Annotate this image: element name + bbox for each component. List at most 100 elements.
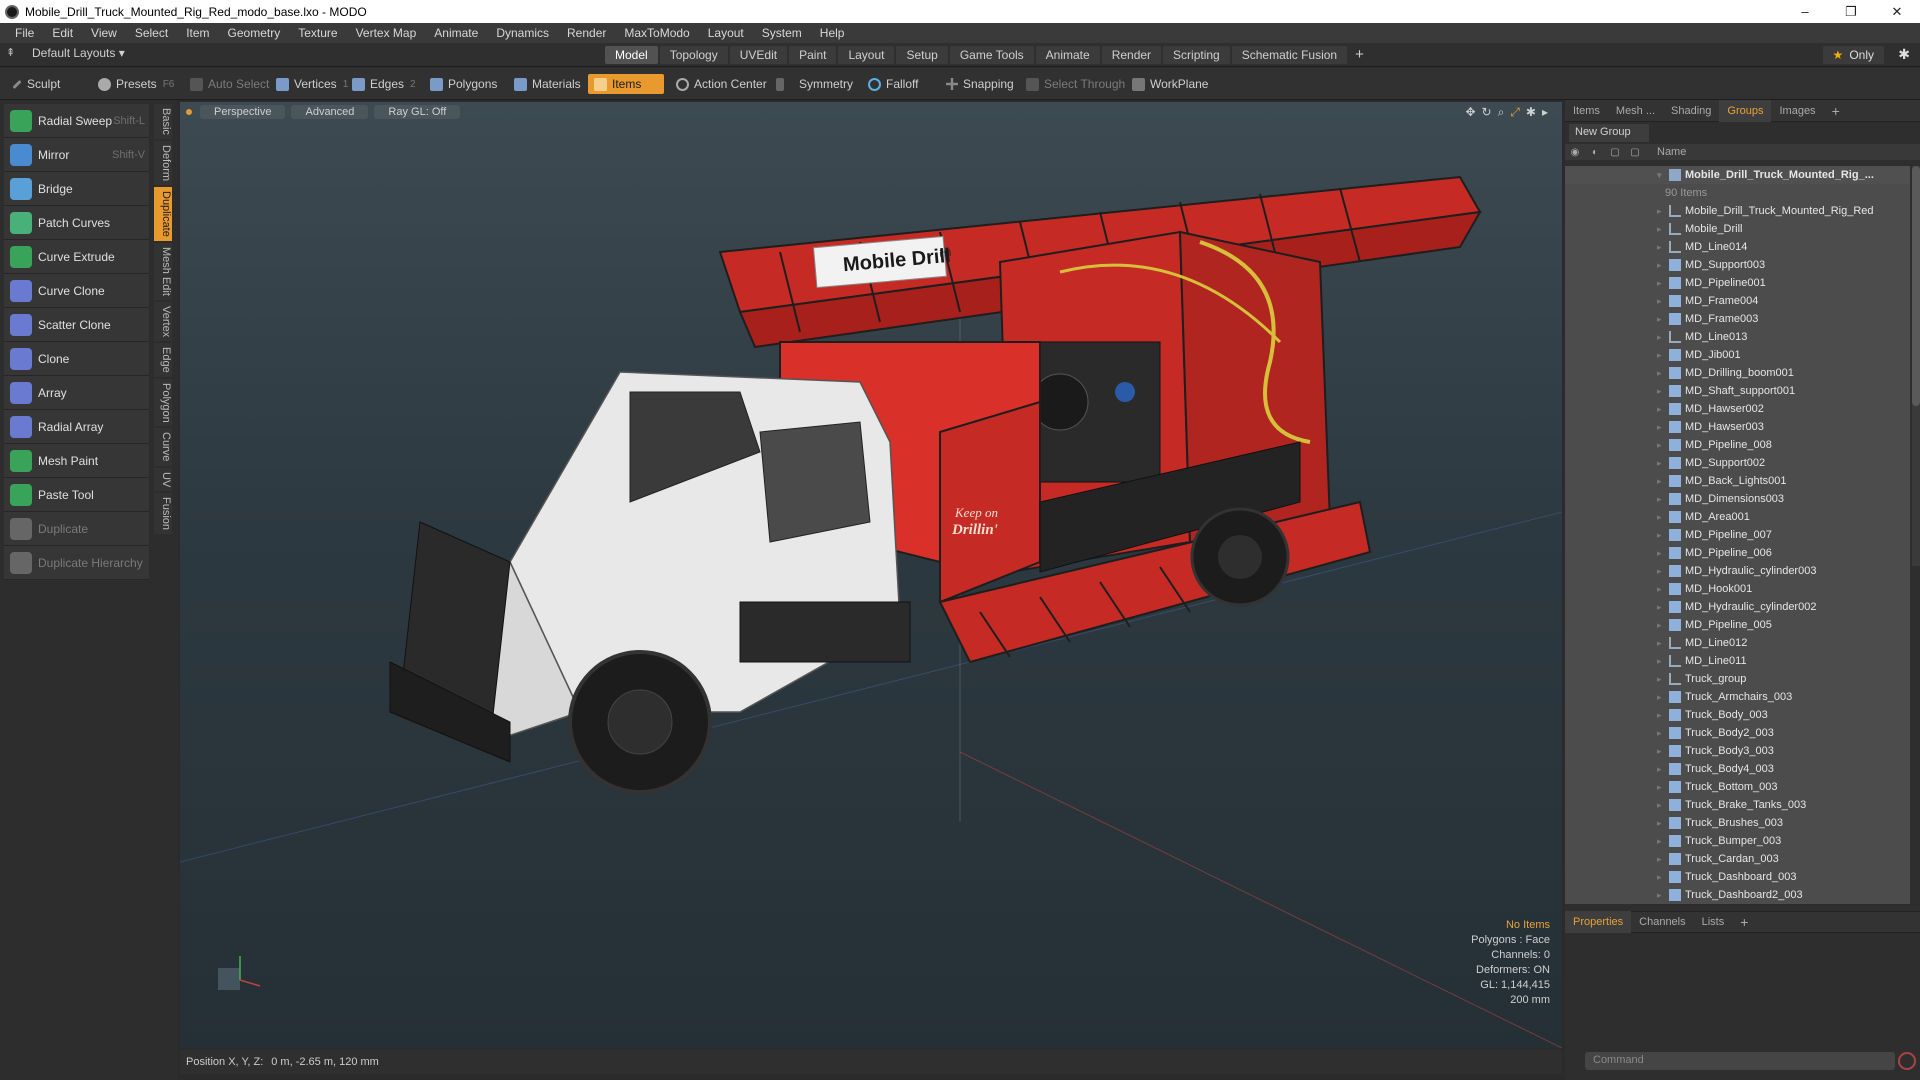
expand-icon[interactable]: ▸ bbox=[1657, 386, 1669, 397]
menu-view[interactable]: View bbox=[82, 26, 126, 40]
expand-icon[interactable]: ▸ bbox=[1657, 602, 1669, 613]
viewport-menu-dot[interactable] bbox=[186, 109, 192, 115]
bottom-tab-properties[interactable]: Properties bbox=[1565, 911, 1632, 933]
tree-item[interactable]: ▸ Truck_Body_003 bbox=[1565, 706, 1910, 724]
vtab-fusion[interactable]: Fusion bbox=[154, 493, 172, 535]
perspective-button[interactable]: Perspective bbox=[200, 105, 286, 119]
only-button[interactable]: ★ Only bbox=[1822, 46, 1884, 64]
expand-icon[interactable]: ▸ bbox=[1657, 404, 1669, 415]
panel-tab-add[interactable]: + bbox=[1824, 100, 1848, 122]
tree-item[interactable]: ▸ Truck_Bumper_003 bbox=[1565, 832, 1910, 850]
3d-viewport[interactable]: Mobile Drill intl Keep on Drillin' Persp… bbox=[180, 102, 1562, 1048]
panel-tab-shading[interactable]: Shading bbox=[1663, 100, 1719, 122]
tree-item[interactable]: ▸ MD_Pipeline_005 bbox=[1565, 616, 1910, 634]
expand-icon[interactable]: ▸ bbox=[1657, 836, 1669, 847]
tool-mesh-paint[interactable]: Mesh Paint bbox=[4, 444, 149, 478]
render-toggle[interactable] bbox=[1587, 169, 1607, 181]
tool-paste-tool[interactable]: Paste Tool bbox=[4, 478, 149, 512]
tree-item[interactable]: ▸ Truck_group bbox=[1565, 670, 1910, 688]
workplane-button[interactable]: WorkPlane bbox=[1126, 74, 1214, 94]
lock-col-icon[interactable]: ▢ bbox=[1605, 147, 1625, 158]
vtab-curve[interactable]: Curve bbox=[154, 428, 172, 466]
tree-item[interactable]: ▸ MD_Jib001 bbox=[1565, 346, 1910, 364]
tree-scrollbar[interactable] bbox=[1912, 166, 1920, 566]
visible-toggle[interactable] bbox=[1565, 169, 1585, 181]
select-toggle[interactable] bbox=[1631, 169, 1651, 181]
panel-tab-mesh[interactable]: Mesh ... bbox=[1608, 100, 1663, 122]
group-row[interactable]: ▾ Mobile_Drill_Truck_Mounted_Rig_... bbox=[1565, 166, 1910, 184]
tree-item[interactable]: ▸ MD_Pipeline_008 bbox=[1565, 436, 1910, 454]
fit-icon[interactable]: ⤢ bbox=[1510, 105, 1520, 120]
expand-icon[interactable]: ▸ bbox=[1657, 764, 1669, 775]
tree-item[interactable]: ▸ MD_Hydraulic_cylinder002 bbox=[1565, 598, 1910, 616]
tree-item[interactable]: ▸ Truck_Body2_003 bbox=[1565, 724, 1910, 742]
expand-icon[interactable]: ▸ bbox=[1657, 638, 1669, 649]
panel-tab-images[interactable]: Images bbox=[1771, 100, 1823, 122]
edges-button[interactable]: Edges 2 bbox=[346, 74, 422, 94]
expand-icon[interactable]: ▸ bbox=[1657, 350, 1669, 361]
tree-item[interactable]: ▸ MD_Dimensions003 bbox=[1565, 490, 1910, 508]
command-history-icon[interactable] bbox=[1898, 1052, 1916, 1070]
vertices-button[interactable]: Vertices 1 bbox=[270, 74, 354, 94]
tree-item[interactable]: ▸ MD_Hook001 bbox=[1565, 580, 1910, 598]
expand-icon[interactable]: ▸ bbox=[1657, 206, 1669, 217]
action-center-button[interactable]: Action Center bbox=[670, 74, 773, 94]
tree-item[interactable]: ▸ MD_Hydraulic_cylinder003 bbox=[1565, 562, 1910, 580]
expand-icon[interactable]: ▸ bbox=[1657, 278, 1669, 289]
tree-item[interactable]: ▸ MD_Area001 bbox=[1565, 508, 1910, 526]
layout-toggle-icon[interactable]: ⇞ bbox=[6, 46, 20, 60]
menu-texture[interactable]: Texture bbox=[289, 26, 346, 40]
tree-item[interactable]: ▸ MD_Pipeline_006 bbox=[1565, 544, 1910, 562]
tool-mirror[interactable]: Mirror Shift-V bbox=[4, 138, 149, 172]
zoom-icon[interactable]: ⌕ bbox=[1498, 105, 1505, 120]
expand-icon[interactable]: ▸ bbox=[1657, 746, 1669, 757]
tool-curve-clone[interactable]: Curve Clone bbox=[4, 274, 149, 308]
tree-scrollbar-thumb[interactable] bbox=[1912, 166, 1920, 406]
select-col-icon[interactable]: ▢ bbox=[1625, 147, 1645, 158]
new-group-button[interactable]: New Group bbox=[1569, 124, 1649, 142]
tree-item[interactable]: ▸ MD_Line012 bbox=[1565, 634, 1910, 652]
viewport-expand-icon[interactable]: ▸ bbox=[1542, 105, 1548, 120]
menu-maxtomodo[interactable]: MaxToModo bbox=[615, 26, 698, 40]
panel-tab-groups[interactable]: Groups bbox=[1719, 99, 1772, 122]
tool-duplicate-hierarchy[interactable]: Duplicate Hierarchy bbox=[4, 546, 149, 580]
tree-item[interactable]: ▸ MD_Support002 bbox=[1565, 454, 1910, 472]
materials-button[interactable]: Materials bbox=[508, 74, 587, 94]
tree-item[interactable]: ▸ MD_Line013 bbox=[1565, 328, 1910, 346]
tree-item[interactable]: ▸ MD_Shaft_support001 bbox=[1565, 382, 1910, 400]
expand-icon[interactable]: ▸ bbox=[1657, 800, 1669, 811]
expand-icon[interactable]: ▸ bbox=[1657, 224, 1669, 235]
name-column-header[interactable]: Name bbox=[1657, 146, 1686, 158]
tree-item[interactable]: ▸ MD_Pipeline001 bbox=[1565, 274, 1910, 292]
tab-model[interactable]: Model bbox=[605, 46, 658, 64]
add-tab-button[interactable]: + bbox=[1349, 46, 1370, 64]
bottom-tab-lists[interactable]: Lists bbox=[1694, 911, 1733, 933]
menu-item[interactable]: Item bbox=[177, 26, 218, 40]
vtab-edge[interactable]: Edge bbox=[154, 342, 172, 377]
expand-icon[interactable]: ▸ bbox=[1657, 512, 1669, 523]
snapping-button[interactable]: Snapping bbox=[940, 74, 1020, 94]
expand-icon[interactable]: ▸ bbox=[1657, 368, 1669, 379]
command-input[interactable]: Command bbox=[1585, 1052, 1895, 1070]
tree-item[interactable]: ▸ MD_Pipeline_007 bbox=[1565, 526, 1910, 544]
symmetry-button[interactable]: Symmetry bbox=[770, 74, 859, 94]
tree-item[interactable]: ▸ Truck_Dashboard_003 bbox=[1565, 868, 1910, 886]
tool-patch-curves[interactable]: Patch Curves bbox=[4, 206, 149, 240]
menu-system[interactable]: System bbox=[753, 26, 811, 40]
menu-geometry[interactable]: Geometry bbox=[219, 26, 290, 40]
tab-paint[interactable]: Paint bbox=[789, 46, 837, 64]
tree-item[interactable]: ▸ MD_Drilling_boom001 bbox=[1565, 364, 1910, 382]
render-col-icon[interactable]: ◐ bbox=[1585, 147, 1605, 158]
default-layouts-dropdown[interactable]: Default Layouts ▾ bbox=[32, 46, 125, 60]
expand-icon[interactable]: ▸ bbox=[1657, 242, 1669, 253]
tree-item[interactable]: ▸ MD_Back_Lights001 bbox=[1565, 472, 1910, 490]
expand-icon[interactable]: ▸ bbox=[1657, 890, 1669, 901]
expand-icon[interactable]: ▸ bbox=[1657, 260, 1669, 271]
vtab-duplicate[interactable]: Duplicate bbox=[154, 186, 172, 241]
tree-item[interactable]: ▸ Mobile_Drill bbox=[1565, 220, 1910, 238]
expand-icon[interactable]: ▸ bbox=[1657, 476, 1669, 487]
expand-icon[interactable]: ▸ bbox=[1657, 296, 1669, 307]
expand-icon[interactable]: ▸ bbox=[1657, 584, 1669, 595]
expand-icon[interactable]: ▸ bbox=[1657, 854, 1669, 865]
tab-topology[interactable]: Topology bbox=[659, 46, 728, 64]
